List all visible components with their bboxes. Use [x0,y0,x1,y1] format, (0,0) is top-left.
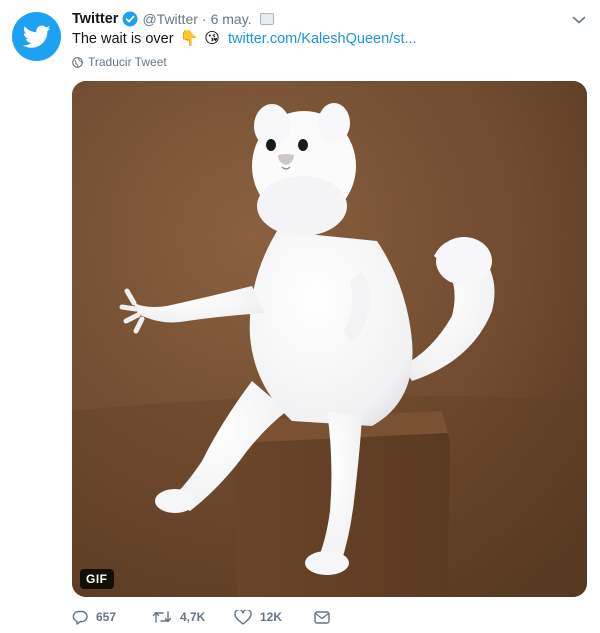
tweet-link[interactable]: twitter.com/KaleshQueen/st... [228,31,417,47]
like-count: 12K [260,610,283,624]
tweet-header: Twitter @Twitter · 6 may. [72,9,560,29]
translate-label: Traducir Tweet [88,55,167,69]
user-handle[interactable]: @Twitter [142,11,197,27]
verified-badge-icon [122,11,138,27]
gif-media[interactable]: GIF [72,81,587,597]
avatar[interactable] [12,12,61,61]
gif-badge: GIF [80,569,114,589]
media-preview-icon [259,13,274,25]
tweet-text: The wait is over 👇 😘 twitter.com/KaleshQ… [72,28,417,49]
pointing-down-emoji: 👇 [179,29,199,47]
translate-tweet[interactable]: Traducir Tweet [72,55,167,69]
tweet-actions: 657 4,7K 12K [72,607,338,627]
tweet-body: The wait is over [72,31,174,47]
reply-icon [72,610,88,625]
retweet-icon [152,611,172,623]
like-icon [234,609,252,625]
direct-message-button[interactable] [314,610,338,624]
separator-dot: · [201,11,207,27]
display-name[interactable]: Twitter [72,11,118,27]
gif-image [72,81,587,597]
twitter-bird-icon [22,24,51,48]
direct-message-icon [314,610,330,624]
kiss-emoji: 😘 [204,29,220,47]
reply-count: 657 [96,610,117,624]
tweet-date[interactable]: 6 may. [211,11,252,27]
retweet-count: 4,7K [180,610,206,624]
chevron-down-icon[interactable] [572,12,586,24]
tweet: Twitter @Twitter · 6 may. The wait is ov… [0,0,600,633]
globe-icon [72,56,83,68]
reply-button[interactable]: 657 [72,610,152,625]
like-button[interactable]: 12K [234,609,314,625]
retweet-button[interactable]: 4,7K [152,610,234,624]
